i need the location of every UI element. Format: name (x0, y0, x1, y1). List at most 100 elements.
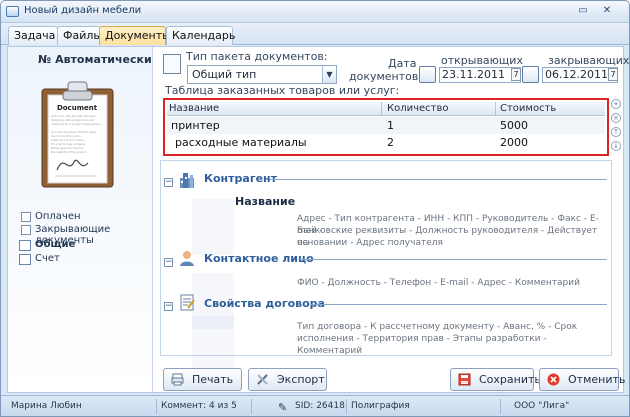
row-1-cost: 5000 (500, 119, 528, 132)
ordered-table-label: Таблица заказанных товаров или услуг: (165, 84, 400, 97)
row-2-quantity: 2 (387, 136, 394, 149)
delete-row-icon[interactable]: × (611, 113, 621, 123)
cancel-icon (547, 373, 560, 386)
application-window: Новый дизайн мебели ▭ ✕ Задача Файлы Док… (0, 0, 630, 417)
window-title: Новый дизайн мебели (24, 5, 142, 16)
row-1-quantity: 1 (387, 119, 394, 132)
contact-expand-icon[interactable]: − (164, 258, 173, 267)
clipboard-line-9: the usability of the product. (51, 150, 87, 154)
contract-details-line-2: исполнения - Территория прав - Этапы раз… (297, 334, 547, 356)
closing-documents-checkbox[interactable] (21, 225, 31, 235)
clipboard-line-1: At its core, tom-phonetic has been (51, 114, 96, 118)
counterparty-watermark-icon (192, 199, 234, 255)
move-up-icon[interactable]: ↑ (611, 127, 621, 137)
opening-date-picker-icon[interactable]: 7 (511, 68, 521, 81)
printer-icon (171, 373, 184, 386)
left-document-panel: № Автоматически Document At its core, to… (8, 47, 153, 392)
print-button[interactable]: Печать (163, 368, 242, 391)
contract-watermark-icon (192, 316, 234, 372)
counterparty-separator (269, 179, 607, 180)
table-header: Название Количество Стоимость (167, 102, 605, 116)
cancel-button-label: Отменить (568, 373, 626, 386)
counterparty-title: Контрагент (204, 172, 278, 185)
opening-label: открывающих (441, 54, 523, 67)
counterparty-details-line-3: основании - Адрес получателя (297, 238, 443, 248)
status-comments: Коммент: 4 из 5 (161, 401, 237, 411)
closing-calendar-icon[interactable] (522, 66, 539, 83)
document-number: № Автоматически (38, 53, 152, 66)
clipboard-line-5: much more than just a (51, 134, 81, 138)
closing-date-picker-icon[interactable]: 7 (608, 68, 618, 81)
clipboard-line-2: designing cutting edge icons and (51, 118, 94, 122)
minimize-icon[interactable]: ▭ (575, 4, 591, 18)
contact-details: ФИО - Должность - Телефон - E-mail - Адр… (297, 278, 580, 288)
row-2-cost: 2000 (500, 136, 528, 149)
save-button-label: Сохранить (479, 373, 541, 386)
document-content: № Автоматически Document At its core, to… (7, 46, 629, 393)
export-icon (257, 374, 268, 385)
contract-separator (310, 304, 607, 305)
table-row[interactable]: расходные материалы 2 2000 (167, 134, 605, 151)
paid-label: Оплачен (35, 211, 81, 222)
document-clipboard-icon: Document At its core, tom-phonetic has b… (41, 81, 114, 188)
paid-checkbox[interactable] (21, 212, 31, 222)
clipboard-line-4: Icon arts has proven that it's really (51, 130, 97, 134)
contract-document-icon (180, 294, 195, 311)
header-cost: Стоимость (500, 103, 557, 114)
tab-documents[interactable]: Документы (99, 26, 171, 45)
general-doc-icon (19, 240, 31, 251)
clipboard-line-6: pretty face to the market. (51, 138, 85, 142)
ordered-items-table[interactable]: Название Количество Стоимость принтер 1 … (163, 98, 609, 156)
counterparty-expand-icon[interactable]: − (164, 178, 173, 187)
clipboard-line-3: interfaces for a variety of applications… (51, 122, 101, 126)
document-form: Тип пакета документов: Общий тип ▼ Дата … (153, 47, 629, 392)
row-2-name: расходные материалы (175, 136, 307, 149)
cancel-button[interactable]: Отменить (539, 368, 625, 391)
contract-expand-icon[interactable]: − (164, 302, 173, 311)
add-row-icon[interactable]: + (611, 99, 621, 109)
clipboard-line-7: It's a technology company (51, 142, 86, 146)
invoice-doc-icon (19, 254, 31, 265)
general-link[interactable]: Общие (35, 239, 75, 250)
details-panel: − Контрагент Название Адрес - Тип контра… (160, 160, 612, 372)
close-icon[interactable]: ✕ (599, 4, 615, 18)
status-bar: Марина Любин Коммент: 4 из 5 ✎ SID: 2641… (1, 395, 629, 416)
chevron-down-icon[interactable]: ▼ (322, 66, 336, 83)
opening-date-field[interactable]: 23.11.2011 (439, 67, 521, 83)
counterparty-name: Название (235, 195, 296, 208)
title-bar: Новый дизайн мебели ▭ ✕ (1, 1, 629, 23)
package-type-select[interactable]: Общий тип ▼ (187, 65, 337, 84)
export-button[interactable]: Экспорт (248, 368, 327, 391)
tab-files[interactable]: Файлы (57, 26, 102, 45)
closing-date-field[interactable]: 06.12.2011 (542, 67, 618, 83)
contract-title: Свойства договора (204, 297, 325, 310)
status-user: Марина Любин (11, 401, 82, 411)
contract-details-line-1: Тип договора - К рассчетному документу -… (297, 322, 578, 332)
row-1-name: принтер (171, 119, 220, 132)
package-type-value: Общий тип (192, 68, 257, 81)
status-category: Полиграфия (351, 401, 410, 411)
opening-calendar-icon[interactable] (419, 66, 436, 83)
counterparty-building-icon (180, 173, 194, 188)
save-icon (458, 373, 471, 386)
date-label-line-1: Дата (388, 57, 417, 70)
clipboard-document-title: Document (57, 104, 98, 112)
table-row[interactable]: принтер 1 5000 (167, 117, 605, 134)
tab-task[interactable]: Задача (8, 26, 58, 45)
tab-calendar[interactable]: Календарь (166, 26, 235, 45)
export-button-label: Экспорт (277, 373, 325, 386)
header-quantity: Количество (387, 103, 449, 114)
save-button[interactable]: Сохранить (450, 368, 541, 391)
window-icon (6, 6, 19, 17)
move-down-icon[interactable]: ↓ (611, 141, 621, 151)
header-name: Название (169, 103, 220, 114)
invoice-link[interactable]: Счет (35, 253, 60, 264)
comment-icon: ✎ (278, 401, 288, 414)
status-company: ООО "Лига" (514, 401, 570, 411)
package-type-label: Тип пакета документов: (186, 50, 328, 63)
print-button-label: Печать (192, 373, 234, 386)
closing-label: закрывающих (548, 54, 630, 67)
date-label-line-2: документов (349, 70, 419, 83)
status-sid: SID: 26418 (295, 401, 345, 411)
clipboard-line-8: whose goal is to improve (51, 146, 84, 150)
